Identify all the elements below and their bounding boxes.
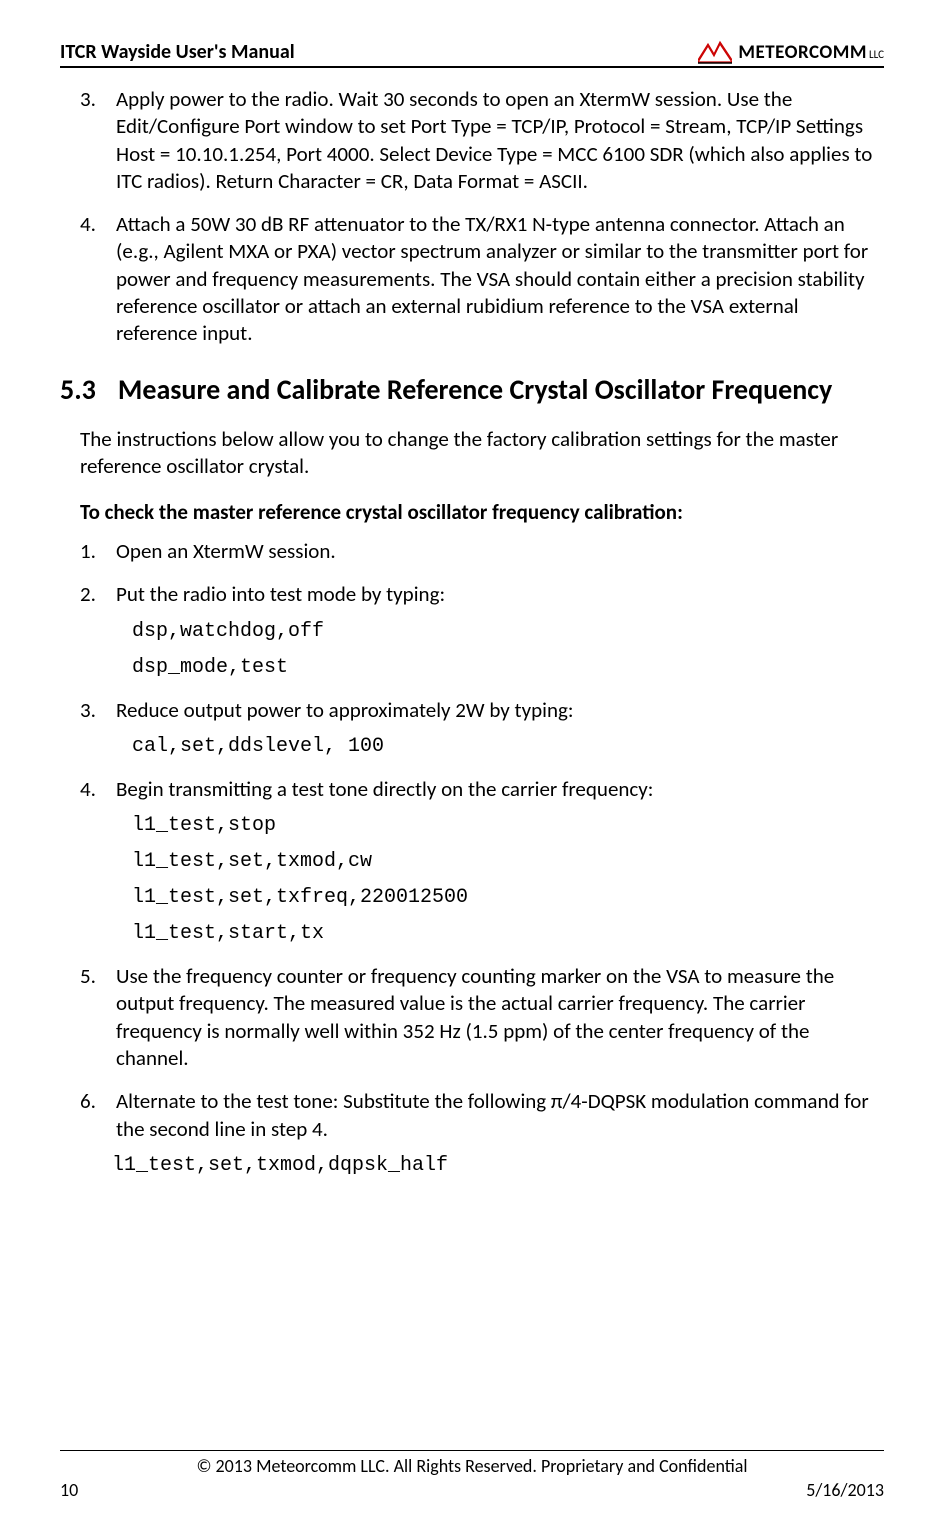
code-line: cal,set,ddslevel, 100 <box>132 734 884 760</box>
code-line: l1_test,set,txfreq,220012500 <box>132 885 884 911</box>
list-item: 5. Use the frequency counter or frequenc… <box>116 963 884 1072</box>
logo-text: METEORCOMM <box>738 41 867 64</box>
section-title: Measure and Calibrate Reference Crystal … <box>118 372 832 408</box>
item-text: Begin transmitting a test tone directly … <box>116 776 653 802</box>
page-header: ITCR Wayside User's Manual METEORCOMMLLC <box>60 40 884 68</box>
company-logo: METEORCOMMLLC <box>698 40 884 64</box>
item-number: 1. <box>80 538 96 565</box>
copyright-text: © 2013 Meteorcomm LLC. All Rights Reserv… <box>60 1455 884 1477</box>
item-number: 6. <box>80 1088 96 1115</box>
code-line: dsp,watchdog,off <box>132 619 884 645</box>
list-item: 3. Reduce output power to approximately … <box>116 697 884 760</box>
intro-paragraph: The instructions below allow you to chan… <box>60 426 884 481</box>
item-text: Put the radio into test mode by typing: <box>116 581 445 607</box>
item-number: 5. <box>80 963 96 990</box>
code-line: l1_test,set,txmod,cw <box>132 849 884 875</box>
item-number: 4. <box>80 211 96 238</box>
manual-title: ITCR Wayside User's Manual <box>60 40 295 64</box>
code-line: l1_test,set,txmod,dqpsk_half <box>112 1153 884 1179</box>
list-item: 6. Alternate to the test tone: Substitut… <box>116 1088 884 1179</box>
footer-meta: 10 5/16/2013 <box>60 1479 884 1501</box>
top-list: 3. Apply power to the radio. Wait 30 sec… <box>60 86 884 348</box>
item-text: Use the frequency counter or frequency c… <box>116 963 834 1071</box>
item-number: 4. <box>80 776 96 803</box>
item-text: Apply power to the radio. Wait 30 second… <box>116 86 872 194</box>
section-number: 5.3 <box>60 372 96 408</box>
page-footer: © 2013 Meteorcomm LLC. All Rights Reserv… <box>60 1450 884 1501</box>
item-text: Alternate to the test tone: Substitute t… <box>116 1088 869 1141</box>
procedure-heading: To check the master reference crystal os… <box>60 499 884 526</box>
code-line: l1_test,stop <box>132 813 884 839</box>
meteorcomm-logo-icon <box>698 40 732 64</box>
body-content: 3. Apply power to the radio. Wait 30 sec… <box>60 86 884 1179</box>
list-item: 1. Open an XtermW session. <box>116 538 884 565</box>
list-item: 2. Put the radio into test mode by typin… <box>116 581 884 680</box>
item-number: 3. <box>80 86 96 113</box>
section-heading: 5.3 Measure and Calibrate Reference Crys… <box>60 372 884 408</box>
list-item: 4. Begin transmitting a test tone direct… <box>116 776 884 947</box>
code-line: l1_test,start,tx <box>132 921 884 947</box>
list-item: 4. Attach a 50W 30 dB RF attenuator to t… <box>116 211 884 347</box>
steps-list: 1. Open an XtermW session. 2. Put the ra… <box>60 538 884 1179</box>
item-text: Reduce output power to approximately 2W … <box>116 697 573 723</box>
list-item: 3. Apply power to the radio. Wait 30 sec… <box>116 86 884 195</box>
item-text: Open an XtermW session. <box>116 538 336 564</box>
code-line: dsp_mode,test <box>132 655 884 681</box>
page-number: 10 <box>60 1479 78 1501</box>
page: ITCR Wayside User's Manual METEORCOMMLLC… <box>0 0 944 1529</box>
logo-suffix: LLC <box>869 48 884 61</box>
footer-date: 5/16/2013 <box>806 1479 884 1501</box>
item-text: Attach a 50W 30 dB RF attenuator to the … <box>116 211 868 346</box>
item-number: 2. <box>80 581 96 608</box>
item-number: 3. <box>80 697 96 724</box>
